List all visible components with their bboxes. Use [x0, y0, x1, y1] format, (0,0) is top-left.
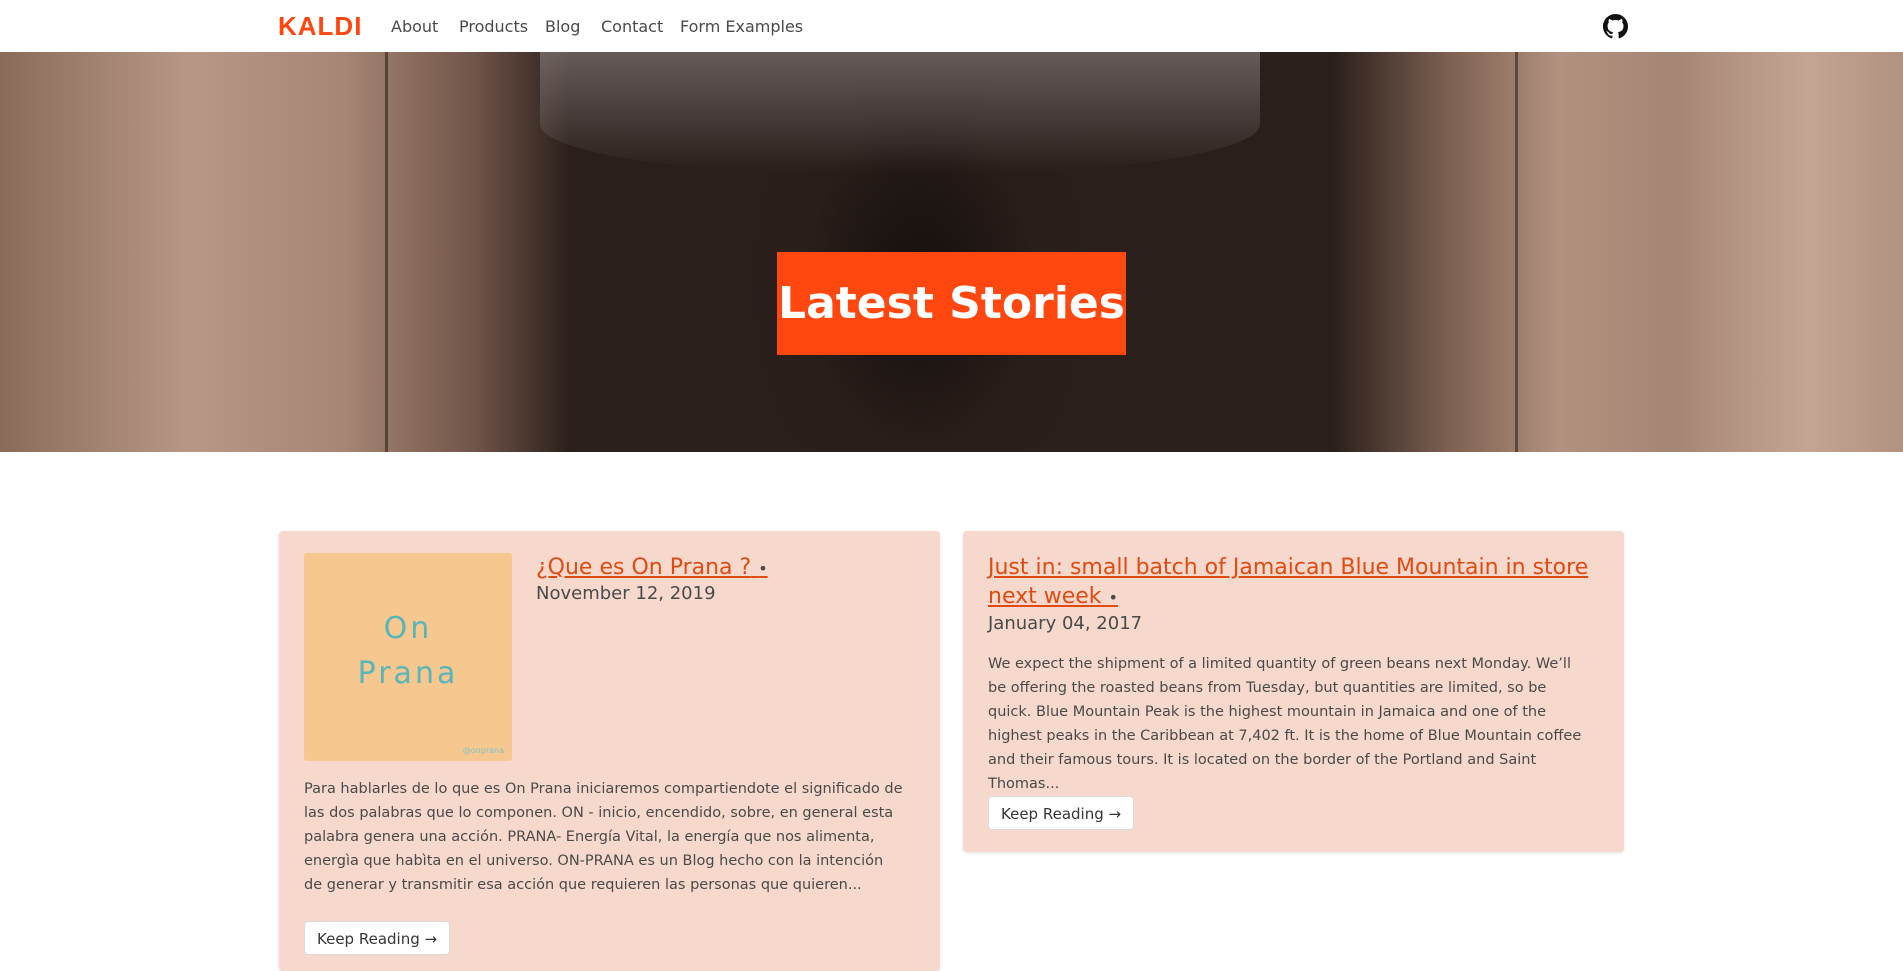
nav-link-products[interactable]: Products — [459, 17, 528, 36]
post-card: Just in: small batch of Jamaican Blue Mo… — [963, 531, 1624, 852]
post-date: January 04, 2017 — [988, 613, 1143, 634]
post-title-link[interactable]: Just in: small batch of Jamaican Blue Mo… — [988, 555, 1588, 609]
keep-reading-button[interactable]: Keep Reading → — [304, 921, 451, 955]
navbar: KALDI About Products Blog Contact Form E… — [0, 0, 1903, 52]
post-title-line: next week — [988, 584, 1102, 609]
title-separator: • — [758, 559, 768, 578]
nav-link-about[interactable]: About — [391, 17, 438, 36]
title-separator: • — [1108, 588, 1118, 607]
post-thumbnail[interactable]: On Prana @onprana — [304, 553, 512, 761]
thumbnail-text: Prana — [357, 656, 459, 691]
wood-seam — [385, 52, 388, 452]
github-icon[interactable] — [1603, 14, 1628, 39]
hero-shade — [540, 52, 1260, 172]
post-excerpt: Para hablarles de lo que es On Prana ini… — [304, 781, 903, 893]
hero-title: Latest Stories — [778, 278, 1125, 329]
nav-link-blog[interactable]: Blog — [545, 17, 580, 36]
nav-link-contact[interactable]: Contact — [601, 17, 663, 36]
post-title-link[interactable]: ¿Que es On Prana ? — [536, 555, 751, 580]
brand-logo[interactable]: KALDI — [278, 11, 362, 42]
wood-seam — [1515, 52, 1518, 452]
post-card: On Prana @onprana ¿Que es On Prana ? • N… — [279, 531, 940, 971]
thumbnail-watermark: @onprana — [462, 746, 504, 755]
thumbnail-text: On — [383, 611, 433, 646]
hero-banner: Latest Stories — [0, 52, 1903, 452]
nav-link-form-examples[interactable]: Form Examples — [680, 17, 803, 36]
post-excerpt: We expect the shipment of a limited quan… — [988, 656, 1582, 792]
post-date: November 12, 2019 — [536, 583, 716, 604]
hero-title-box: Latest Stories — [777, 252, 1126, 355]
post-title-line: Just in: small batch of Jamaican Blue Mo… — [988, 555, 1589, 580]
keep-reading-button[interactable]: Keep Reading → — [988, 796, 1135, 830]
